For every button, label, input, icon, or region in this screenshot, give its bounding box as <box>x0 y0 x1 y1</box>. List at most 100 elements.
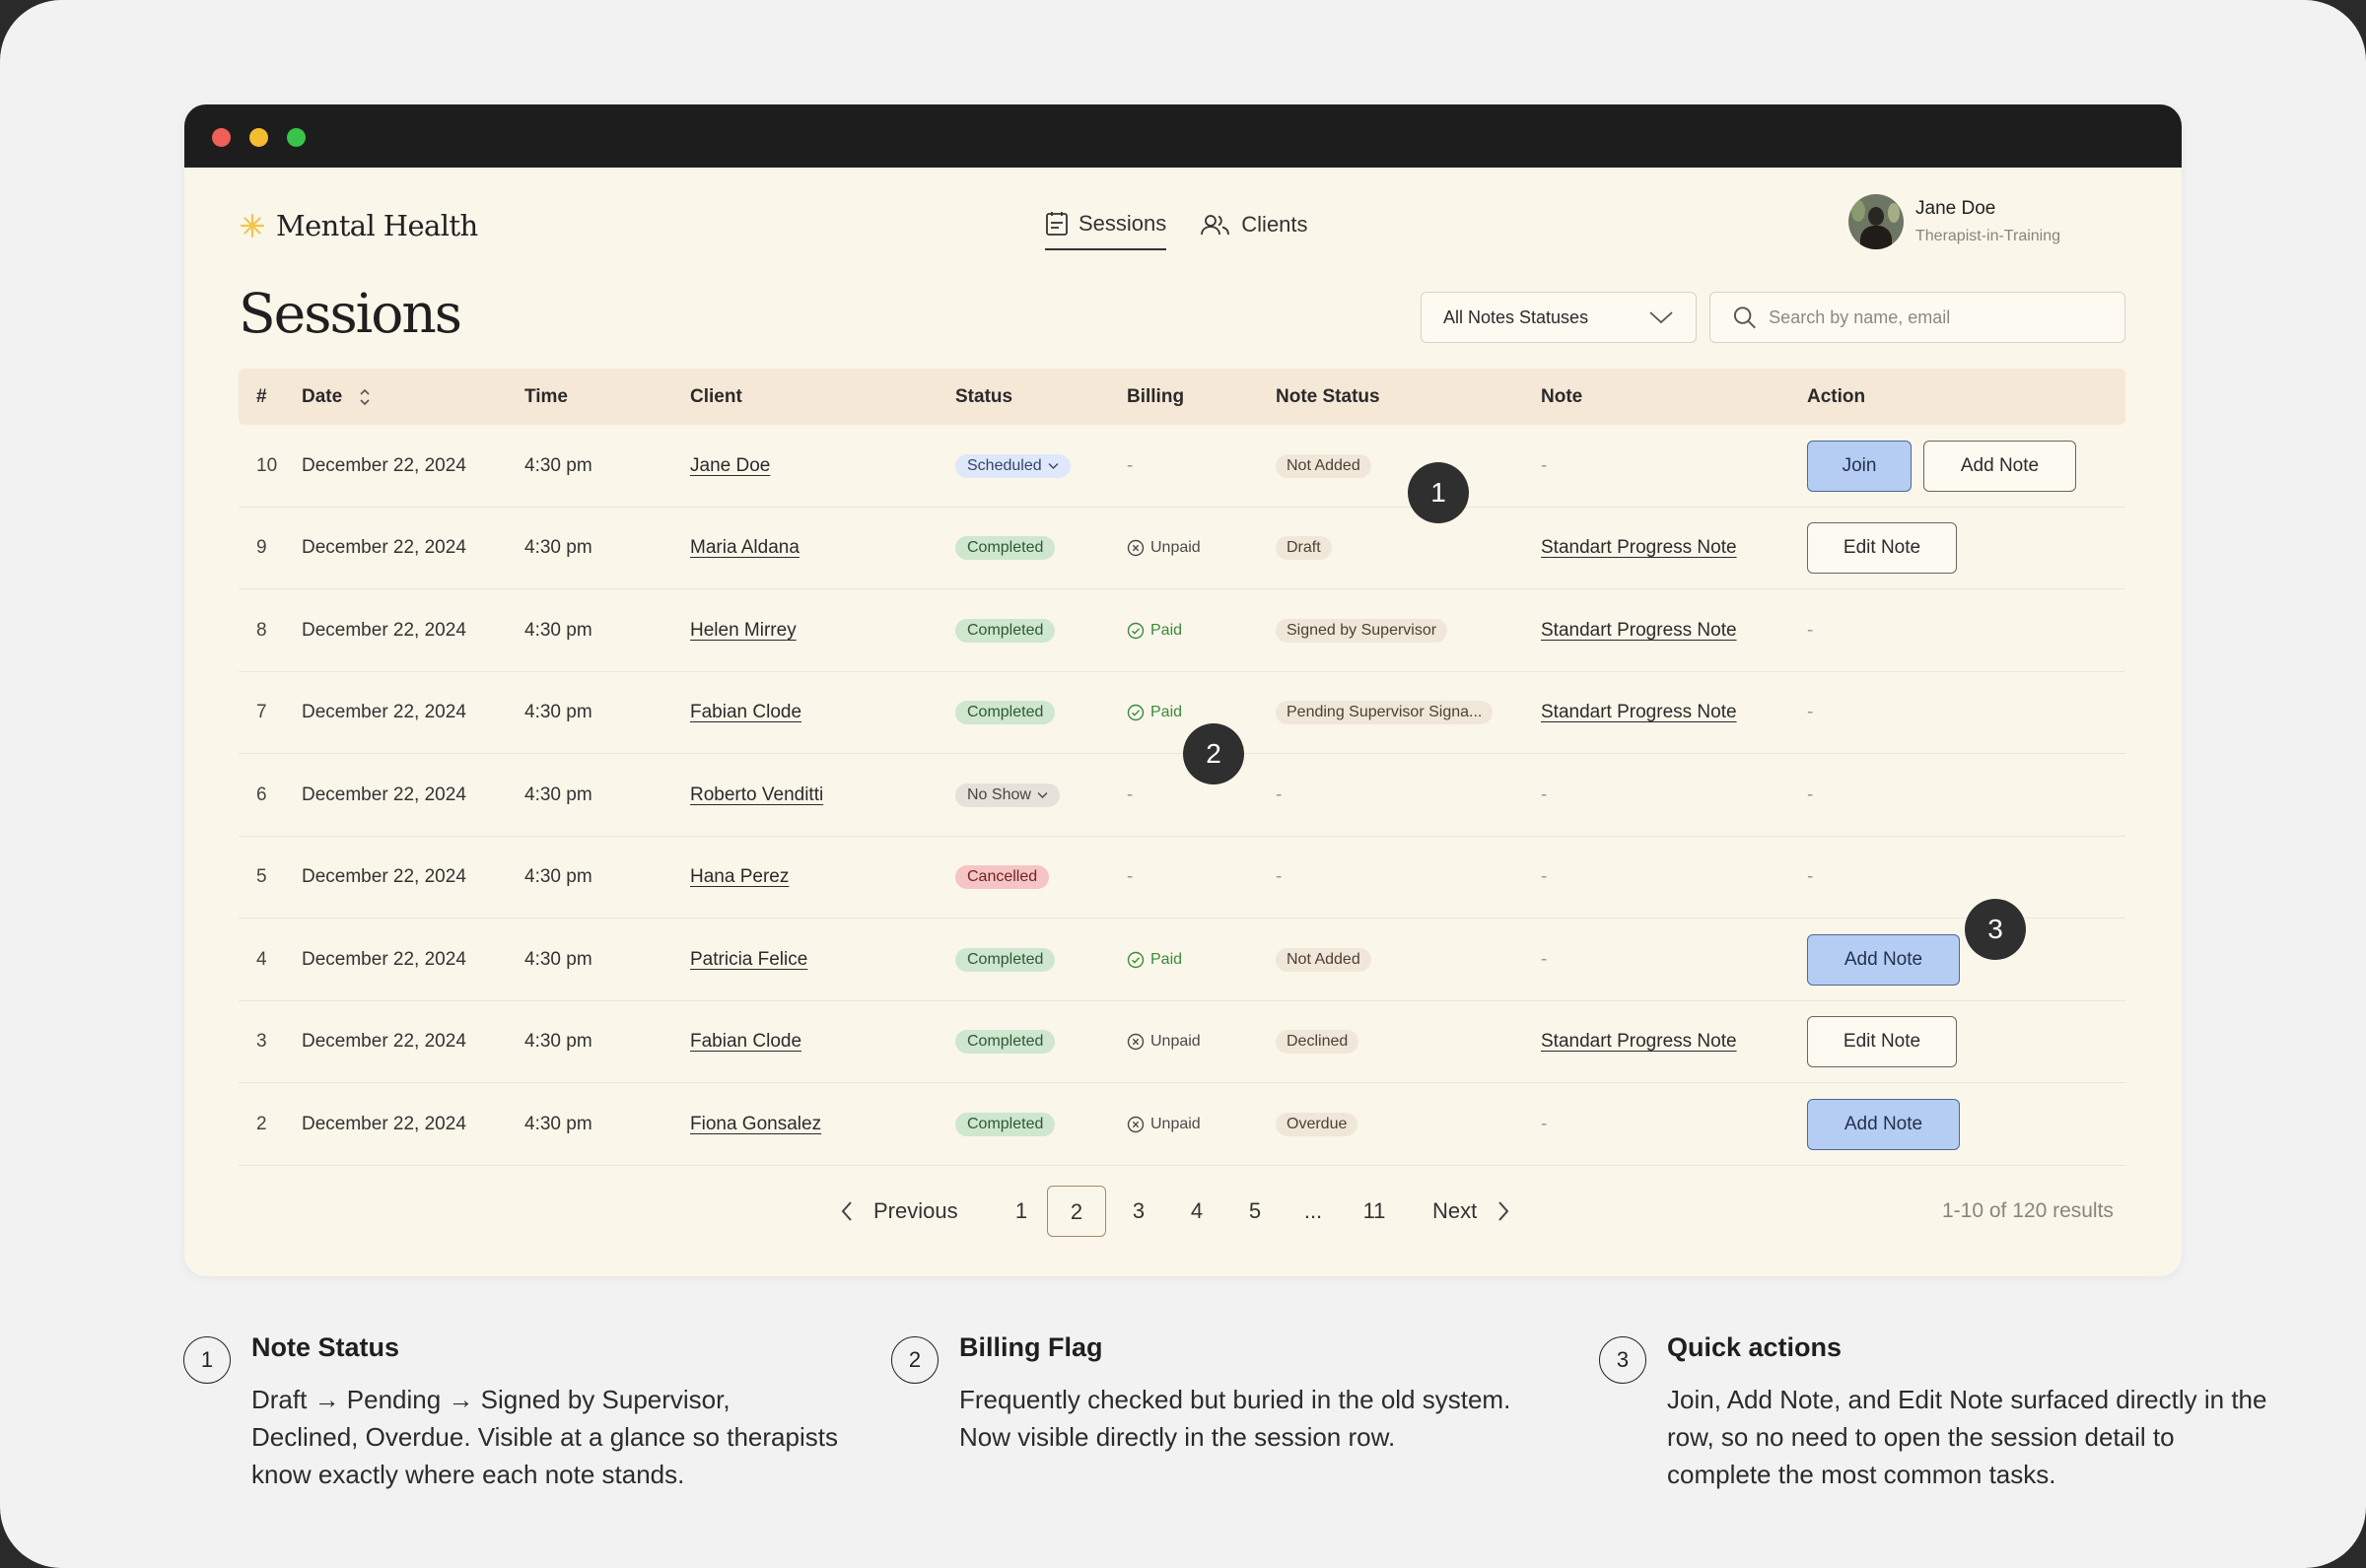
table-body: 10 December 22, 2024 4:30 pm Jane Doe Schedu… <box>239 425 2125 1166</box>
maximize-window-button[interactable] <box>287 128 306 147</box>
row-date-cell: December 22, 2024 <box>302 1001 466 1083</box>
pagination-page-3[interactable]: 3 <box>1124 1186 1153 1237</box>
app-name: Mental Health <box>276 209 478 242</box>
pagination-page-1[interactable]: 1 <box>1007 1186 1036 1237</box>
row-action-cell: - <box>1807 589 1813 671</box>
row-date-cell: December 22, 2024 <box>302 425 466 507</box>
legend-text: Frequently checked but buried in the old… <box>959 1385 1511 1452</box>
search-box <box>1709 292 2125 343</box>
row-action-cell: - <box>1807 754 1813 836</box>
pagination-previous[interactable]: Previous <box>840 1186 958 1237</box>
status-badge-label: No Show <box>967 785 1031 803</box>
pagination-page-5[interactable]: 5 <box>1240 1186 1270 1237</box>
table-row: 3 December 22, 2024 4:30 pm Fabian Clode Com… <box>239 1001 2125 1083</box>
filter-value: All Notes Statuses <box>1443 307 1589 327</box>
row-index-cell: 6 <box>256 754 267 836</box>
row-date-cell: December 22, 2024 <box>302 754 466 836</box>
row-date: December 22, 2024 <box>302 537 466 558</box>
add-note-button[interactable]: Add Note <box>1807 933 1960 986</box>
billing-empty: - <box>1127 784 1134 805</box>
action-empty: - <box>1807 619 1814 641</box>
note-status-filter[interactable]: All Notes Statuses <box>1421 292 1697 343</box>
legend-text: Draft → Pending → Signed by Supervisor, … <box>251 1385 838 1489</box>
status-badge-label: Completed <box>967 539 1044 556</box>
note-status-badge: Declined <box>1276 1030 1359 1054</box>
pagination-page-4[interactable]: 4 <box>1182 1186 1212 1237</box>
pagination-page-2[interactable]: 2 <box>1047 1186 1106 1237</box>
col-header-index: # <box>256 386 267 407</box>
row-date-cell: December 22, 2024 <box>302 1083 466 1165</box>
search-input[interactable] <box>1769 307 2103 328</box>
row-time: 4:30 pm <box>524 454 592 476</box>
client-link[interactable]: Maria Aldana <box>690 537 800 559</box>
col-header-date-label: Date <box>302 386 343 407</box>
row-billing-cell: Unpaid <box>1127 1083 1201 1165</box>
row-time-cell: 4:30 pm <box>524 837 592 919</box>
check-circle-icon <box>1127 622 1145 639</box>
billing-label: Unpaid <box>1150 539 1201 556</box>
billing-label: Unpaid <box>1150 1033 1201 1050</box>
nav-tab-clients[interactable]: Clients <box>1200 199 1308 250</box>
status-badge[interactable]: Scheduled <box>955 453 1071 478</box>
note-link[interactable]: Standart Progress Note <box>1541 620 1737 642</box>
row-date: December 22, 2024 <box>302 454 466 476</box>
row-date: December 22, 2024 <box>302 619 466 641</box>
client-link[interactable]: Helen Mirrey <box>690 620 797 642</box>
legend-text: Join, Add Note, and Edit Note surfaced d… <box>1667 1385 2267 1489</box>
row-time-cell: 4:30 pm <box>524 754 592 836</box>
billing-empty: - <box>1127 866 1134 887</box>
billing-flag: Unpaid <box>1127 539 1201 557</box>
row-client-cell: Fiona Gonsalez <box>690 1083 821 1165</box>
app-logo[interactable]: Mental Health <box>239 201 478 250</box>
note-link[interactable]: Standart Progress Note <box>1541 537 1737 559</box>
legend-title: Quick actions <box>1667 1332 1843 1362</box>
user-profile[interactable]: Jane Doe Therapist-in-Training <box>1848 192 2060 251</box>
note-empty: - <box>1541 866 1548 887</box>
app-window: Mental Health Sessions Clients Jane Doe … <box>184 104 2182 1276</box>
billing-flag: Unpaid <box>1127 1116 1201 1133</box>
nav-tab-sessions[interactable]: Sessions <box>1045 199 1167 250</box>
status-badge-label: Scheduled <box>967 456 1042 474</box>
minimize-window-button[interactable] <box>249 128 268 147</box>
status-badge: Completed <box>955 1030 1056 1054</box>
billing-label: Unpaid <box>1150 1115 1201 1132</box>
note-link[interactable]: Standart Progress Note <box>1541 702 1737 723</box>
pagination-next[interactable]: Next <box>1432 1186 1510 1237</box>
row-status-cell: Scheduled <box>955 425 1071 507</box>
client-link[interactable]: Fabian Clode <box>690 702 801 723</box>
note-status-badge: Not Added <box>1276 453 1371 478</box>
nav-tab-label: Clients <box>1241 212 1308 237</box>
client-link[interactable]: Fiona Gonsalez <box>690 1114 821 1135</box>
note-empty: - <box>1541 948 1548 970</box>
row-note-status-cell: Signed by Supervisor <box>1276 589 1448 671</box>
status-badge-label: Completed <box>967 1115 1044 1132</box>
client-link[interactable]: Hana Perez <box>690 866 789 888</box>
join-button[interactable]: Join <box>1807 440 1912 492</box>
row-date-cell: December 22, 2024 <box>302 508 466 589</box>
calendar-icon <box>1046 212 1068 236</box>
edit-note-button[interactable]: Edit Note <box>1807 522 1957 574</box>
pagination-next-label: Next <box>1432 1198 1478 1223</box>
table-row: 9 December 22, 2024 4:30 pm Maria Aldana Com… <box>239 508 2125 589</box>
note-link[interactable]: Standart Progress Note <box>1541 1031 1737 1053</box>
add-note-button[interactable]: Add Note <box>1923 440 2076 492</box>
close-window-button[interactable] <box>212 128 231 147</box>
row-index-cell: 3 <box>256 1001 267 1083</box>
add-note-button[interactable]: Add Note <box>1807 1098 1960 1150</box>
billing-label: Paid <box>1150 621 1183 639</box>
pagination-page-11[interactable]: 11 <box>1355 1186 1394 1237</box>
sort-icon <box>360 388 370 405</box>
edit-note-button[interactable]: Edit Note <box>1807 1016 1957 1067</box>
row-time-cell: 4:30 pm <box>524 508 592 589</box>
row-billing-cell: - <box>1127 837 1133 919</box>
note-status-empty: - <box>1276 866 1283 887</box>
client-link[interactable]: Jane Doe <box>690 455 770 477</box>
status-badge[interactable]: No Show <box>955 783 1060 807</box>
client-link[interactable]: Fabian Clode <box>690 1031 801 1053</box>
client-link[interactable]: Roberto Venditti <box>690 784 823 806</box>
status-badge: Completed <box>955 1112 1056 1136</box>
status-badge-label: Completed <box>967 1033 1044 1050</box>
col-header-date[interactable]: Date <box>302 369 372 425</box>
client-link[interactable]: Patricia Felice <box>690 949 807 971</box>
row-time-cell: 4:30 pm <box>524 1083 592 1165</box>
